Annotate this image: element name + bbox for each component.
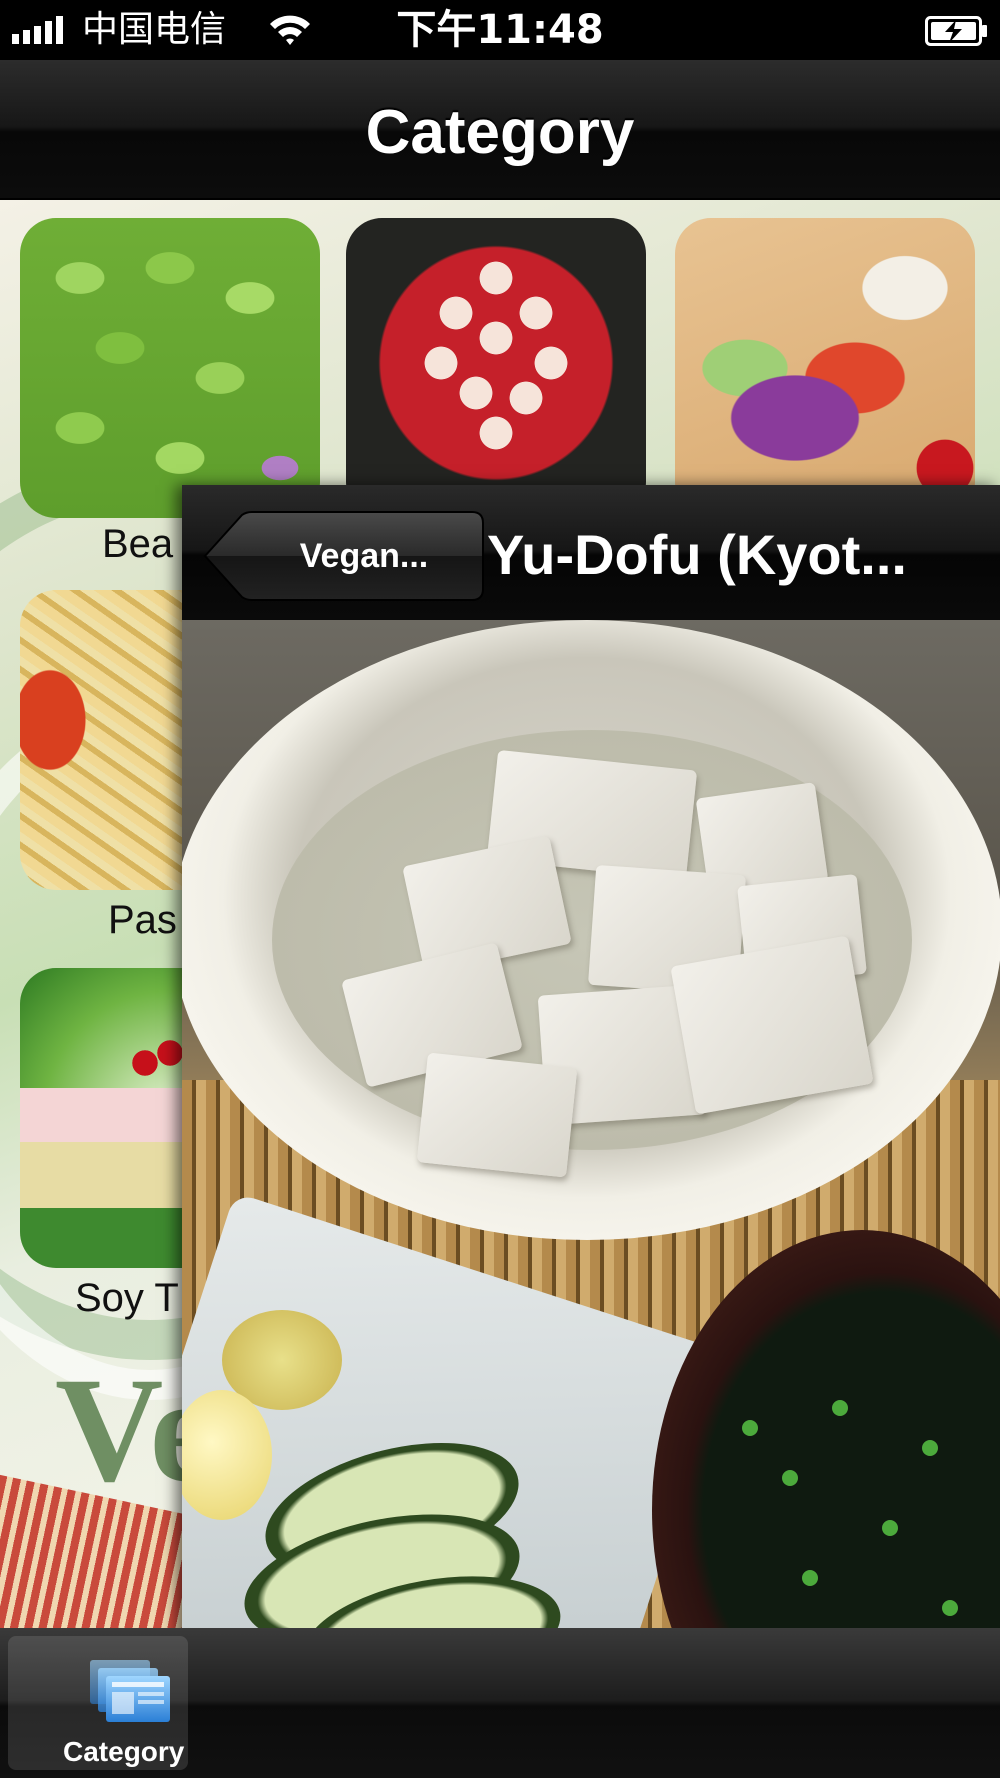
navigation-bar: Category [0, 60, 1000, 200]
scallion [782, 1470, 798, 1486]
category-icon [90, 1660, 170, 1722]
recipe-detail-view: Vegan... Yu-Dofu (Kyot... [182, 485, 1000, 1778]
category-label-soy: Soy T [75, 1276, 179, 1320]
scallion [882, 1520, 898, 1536]
tofu-cube [416, 1052, 578, 1178]
page-title: Category [365, 98, 635, 167]
category-label-pasta: Pas [108, 898, 177, 942]
scallion [742, 1420, 758, 1436]
tofu-cube [670, 935, 874, 1115]
tab-category[interactable]: Category [8, 1636, 188, 1770]
status-time: 下午11:48 [396, 7, 604, 53]
scallion [942, 1600, 958, 1616]
scallion [802, 1570, 818, 1586]
detail-navigation-bar: Vegan... Yu-Dofu (Kyot... [182, 485, 1000, 620]
back-button-label: Vegan... [299, 537, 429, 575]
category-item-cookies[interactable] [346, 218, 646, 518]
scallion [832, 1400, 848, 1416]
back-button[interactable]: Vegan... [202, 511, 484, 601]
category-item-beans[interactable] [20, 218, 320, 518]
recipe-photo [182, 620, 1000, 1778]
scallion [922, 1440, 938, 1456]
tab-bar: Category [0, 1628, 1000, 1778]
status-bar: 中国电信 下午11:48 [0, 0, 1000, 60]
category-item-salad[interactable] [675, 218, 975, 518]
recipe-title: Yu-Dofu (Kyot... [487, 523, 907, 586]
battery-charging-icon [925, 16, 987, 46]
tab-category-label: Category [63, 1736, 185, 1767]
category-label-beans: Bea [102, 522, 174, 566]
